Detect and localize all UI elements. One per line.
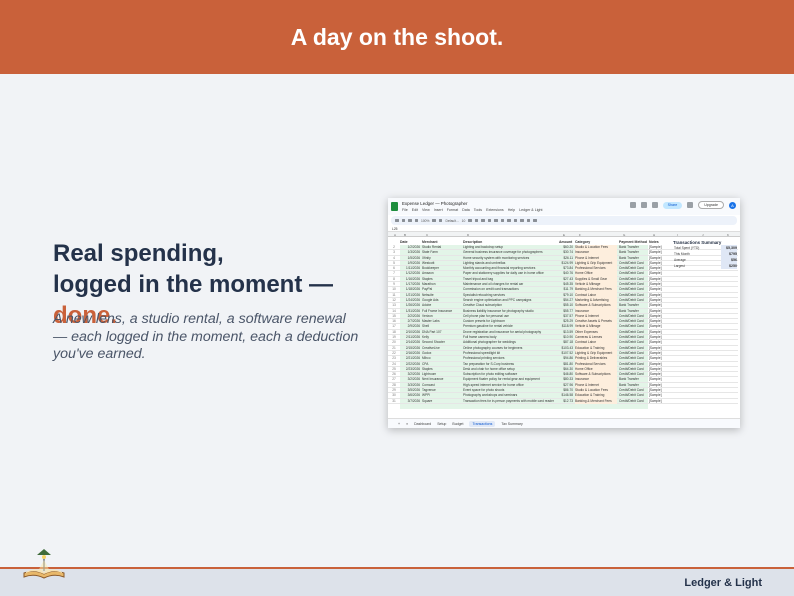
text-color-icon[interactable] (487, 218, 492, 223)
column-letter[interactable]: B (404, 233, 406, 237)
meet-icon[interactable] (651, 202, 658, 208)
menu-item[interactable]: Tools (474, 208, 482, 212)
upgrade-button[interactable]: Upgrade (698, 201, 724, 209)
header-notes: Notes (649, 240, 659, 244)
cell-pay[interactable]: Credit/Debit Card (619, 399, 648, 404)
cell-date[interactable]: 3/7/2026 (400, 399, 420, 404)
column-letter[interactable]: K (727, 233, 729, 237)
sheet-tab[interactable]: Setup (437, 422, 446, 426)
share-button[interactable]: Share (662, 201, 683, 209)
zoom-select[interactable]: 100% (421, 219, 429, 223)
print-icon[interactable] (414, 218, 418, 223)
sheet-toolbar: 100% Default... 10 (391, 216, 737, 225)
sheets-logo-icon (391, 202, 398, 211)
header-payment-method: Payment Method (619, 240, 648, 244)
column-letter[interactable]: J (702, 233, 704, 237)
link-icon[interactable] (520, 218, 524, 223)
spreadsheet-screenshot: Expense Ledger — Photographer File Edit Vi… (388, 198, 740, 428)
menu-item[interactable]: Format (447, 208, 458, 212)
subtext: A new lens, a studio rental, a software … (53, 311, 359, 362)
menu-item[interactable]: Ledger & Light (519, 208, 542, 212)
cell-desc[interactable]: Transaction fees for in-person payments … (463, 399, 558, 404)
cell-reference[interactable]: L25 (392, 227, 398, 231)
percent-icon[interactable] (438, 218, 443, 223)
menu-item[interactable]: Data (462, 208, 470, 212)
header-description: Description (463, 240, 483, 244)
sheet-tabs: + ≡ Dashboard Setup Budget Transactions Tax … (388, 418, 740, 428)
comment-icon[interactable] (640, 202, 647, 208)
merge-icon[interactable] (507, 218, 511, 223)
cell-amt[interactable]: $12.73 (559, 399, 573, 404)
redo-icon[interactable] (408, 218, 412, 223)
headline-line-1: Real spending, (53, 240, 224, 267)
menu-item[interactable]: Insert (434, 208, 443, 212)
table-row[interactable]: 31 3/7/2026 Square Transaction fees for in-… (388, 398, 738, 404)
functions-icon[interactable] (533, 218, 537, 223)
bold-icon[interactable] (468, 218, 472, 223)
header-merchant: Merchant (422, 240, 438, 244)
menu-item[interactable]: View (422, 208, 430, 212)
strikethrough-icon[interactable] (481, 218, 485, 223)
add-sheet-icon[interactable]: + (398, 422, 400, 426)
sheet-menu-bar: File Edit View Insert Format Data Tools Extensi… (402, 208, 543, 212)
footer-brand: Ledger & Light (684, 577, 762, 589)
history-icon[interactable] (629, 202, 636, 208)
align-icon[interactable] (513, 218, 518, 223)
search-icon[interactable] (395, 218, 399, 223)
header-category: Category (575, 240, 591, 244)
sheet-header-actions: Share Upgrade A (629, 201, 736, 209)
title-banner: A day on the shoot. (0, 0, 794, 74)
header-date: Date (400, 240, 408, 244)
book-lamp-logo-icon (23, 549, 65, 579)
column-letter[interactable]: C (426, 233, 428, 237)
footer-bar (0, 569, 794, 596)
fill-color-icon[interactable] (494, 218, 498, 223)
cell-cat[interactable]: Banking & Merchant Fees (575, 398, 617, 404)
headline-line-2: logged in the moment — (53, 271, 333, 298)
filter-icon[interactable] (526, 218, 531, 223)
borders-icon[interactable] (500, 218, 505, 223)
extension-icon[interactable] (687, 202, 694, 208)
menu-item[interactable]: Help (508, 208, 515, 212)
banner-title: A day on the shoot. (290, 23, 504, 50)
column-letter[interactable]: F (579, 233, 581, 237)
summary-label: Largest (674, 264, 685, 268)
font-select[interactable]: Default... (445, 219, 458, 223)
menu-item[interactable]: Extensions (486, 208, 504, 212)
menu-item[interactable]: File (402, 208, 408, 212)
cell-notes[interactable]: [Sample] (649, 399, 666, 404)
all-sheets-icon[interactable]: ≡ (406, 422, 408, 426)
menu-item[interactable]: Edit (412, 208, 418, 212)
column-letter[interactable]: H (653, 233, 655, 237)
sheet-tab[interactable]: Dashboard (414, 422, 431, 426)
sheet-title: Expense Ledger — Photographer (402, 201, 468, 206)
sheet-tab[interactable]: Transactions (469, 420, 496, 427)
italic-icon[interactable] (474, 218, 479, 223)
sheet-tab[interactable]: Budget (452, 422, 463, 426)
summary-row: Largest $250 (673, 263, 737, 269)
column-letter[interactable]: D (467, 233, 469, 237)
transactions-summary: Transactions Summary Total Spent (YTD) $5… (673, 240, 737, 269)
currency-icon[interactable] (432, 218, 436, 223)
header-amount: Amount (559, 240, 573, 244)
column-letter[interactable]: I (677, 233, 678, 237)
avatar[interactable]: A (729, 201, 736, 209)
summary-value: $250 (721, 263, 737, 269)
undo-icon[interactable] (401, 218, 405, 223)
column-letter[interactable]: G (623, 233, 625, 237)
column-headers: A B C D E F G H I J K (388, 232, 740, 237)
sheet-titlebar: Expense Ledger — Photographer File Edit Vi… (388, 198, 740, 215)
cell-n[interactable]: 31 (390, 399, 398, 404)
sheet-tab[interactable]: Tax Summary (501, 422, 522, 426)
font-size-field[interactable]: 10 (462, 219, 466, 223)
column-letter[interactable]: A (394, 233, 396, 237)
column-letter[interactable]: E (563, 233, 565, 237)
cell-merchant[interactable]: Square (422, 399, 462, 404)
